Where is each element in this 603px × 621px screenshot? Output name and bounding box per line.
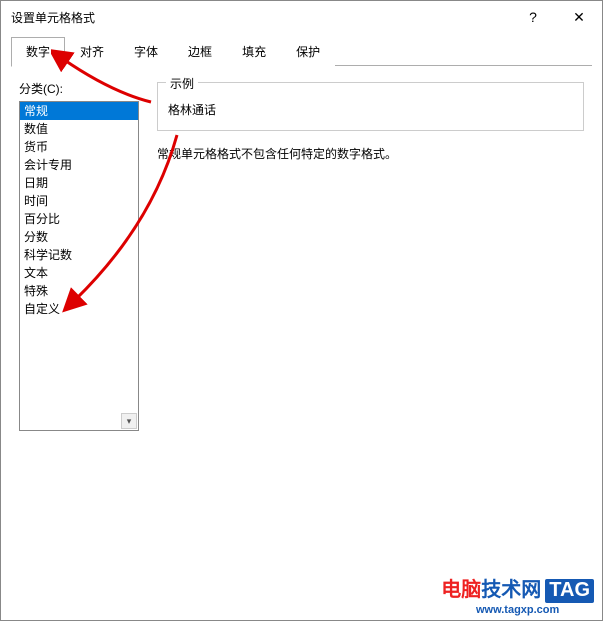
tabstrip: 数字 对齐 字体 边框 填充 保护 <box>1 37 602 66</box>
category-label: 分类(C): <box>19 80 139 97</box>
tab-font[interactable]: 字体 <box>119 37 173 66</box>
tab-alignment[interactable]: 对齐 <box>65 37 119 66</box>
category-list-inner: 常规 数值 货币 会计专用 日期 时间 百分比 分数 科学记数 文本 特殊 自定… <box>20 102 138 318</box>
format-description: 常规单元格格式不包含任何特定的数字格式。 <box>157 145 584 162</box>
list-item[interactable]: 科学记数 <box>20 246 138 264</box>
category-listbox[interactable]: 常规 数值 货币 会计专用 日期 时间 百分比 分数 科学记数 文本 特殊 自定… <box>19 101 139 431</box>
watermark-url: www.tagxp.com <box>441 604 594 616</box>
watermark-tag: TAG <box>545 579 594 603</box>
category-column: 分类(C): 常规 数值 货币 会计专用 日期 时间 百分比 分数 科学记数 文… <box>19 80 139 431</box>
watermark-text: 电脑技术网TAG <box>441 573 594 603</box>
close-button[interactable]: ✕ <box>556 1 602 33</box>
watermark-part1: 电脑 <box>441 579 481 601</box>
titlebar: 设置单元格格式 ? ✕ <box>1 1 602 33</box>
sample-groupbox: 示例 格林通话 <box>157 82 584 131</box>
scroll-down-icon[interactable]: ▾ <box>121 413 137 429</box>
list-item[interactable]: 特殊 <box>20 282 138 300</box>
sample-title: 示例 <box>166 75 198 92</box>
format-cells-dialog: 设置单元格格式 ? ✕ 数字 对齐 字体 边框 填充 保护 分类(C): 常规 … <box>0 0 603 621</box>
tab-fill[interactable]: 填充 <box>227 37 281 66</box>
list-item[interactable]: 数值 <box>20 120 138 138</box>
list-item[interactable]: 分数 <box>20 228 138 246</box>
content-area: 分类(C): 常规 数值 货币 会计专用 日期 时间 百分比 分数 科学记数 文… <box>1 66 602 449</box>
tab-border[interactable]: 边框 <box>173 37 227 66</box>
list-item[interactable]: 常规 <box>20 102 138 120</box>
tab-protection[interactable]: 保护 <box>281 37 335 66</box>
window-title: 设置单元格格式 <box>11 9 510 26</box>
tab-number[interactable]: 数字 <box>11 37 65 67</box>
watermark: 电脑技术网TAG www.tagxp.com <box>441 573 594 616</box>
list-item[interactable]: 货币 <box>20 138 138 156</box>
help-button[interactable]: ? <box>510 1 556 33</box>
watermark-part2: 技术网 <box>481 579 541 601</box>
list-item[interactable]: 自定义 <box>20 300 138 318</box>
detail-column: 示例 格林通话 常规单元格格式不包含任何特定的数字格式。 <box>139 80 584 431</box>
sample-value: 格林通话 <box>168 101 573 118</box>
list-item[interactable]: 百分比 <box>20 210 138 228</box>
list-item[interactable]: 日期 <box>20 174 138 192</box>
list-item[interactable]: 时间 <box>20 192 138 210</box>
list-item[interactable]: 会计专用 <box>20 156 138 174</box>
list-item[interactable]: 文本 <box>20 264 138 282</box>
